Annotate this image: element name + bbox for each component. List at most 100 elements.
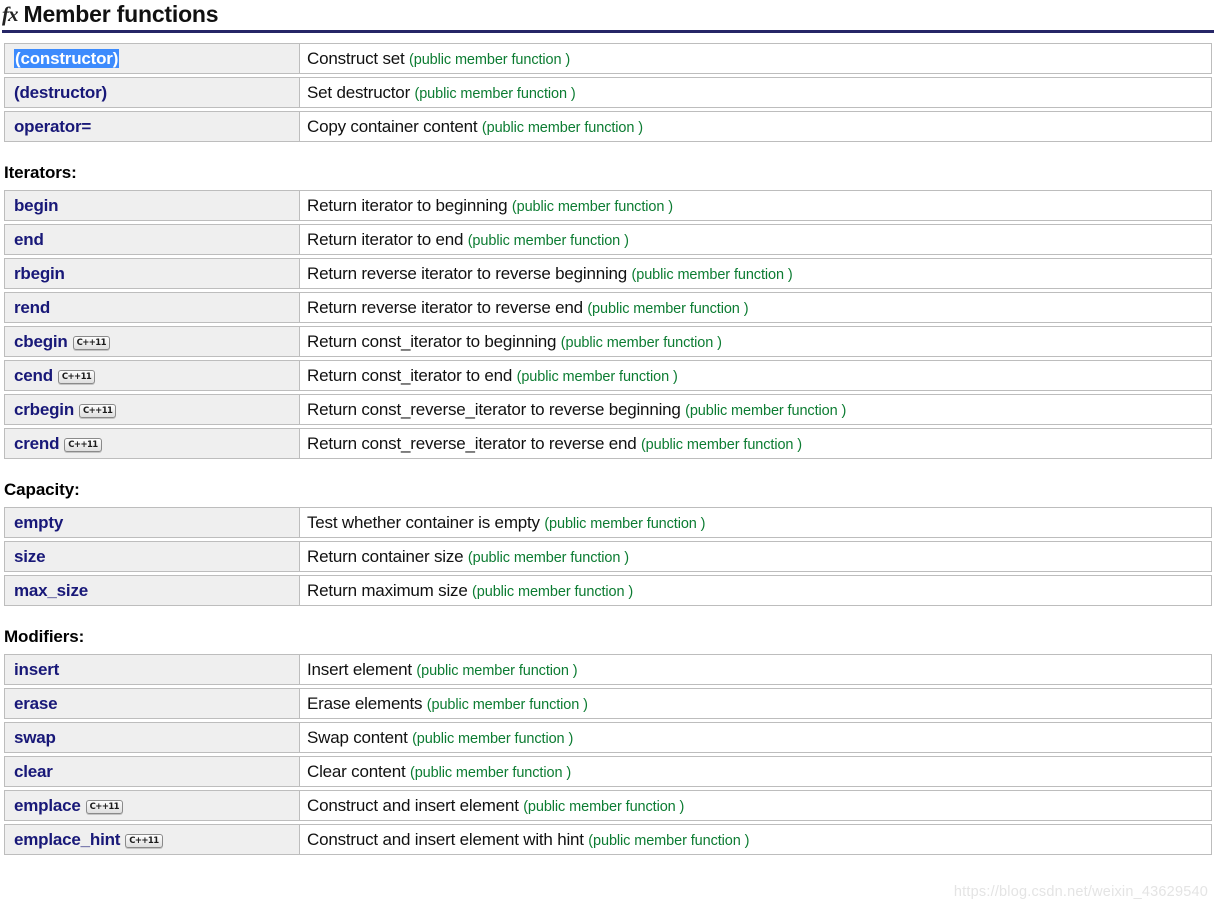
function-name-cell[interactable]: emplace C++11 [4,790,299,822]
member-kind-note: (public member function ) [523,798,685,815]
function-name-cell[interactable]: rbegin [4,258,299,290]
description-text: Test whether container is empty [307,512,540,532]
function-link[interactable]: size [14,547,46,566]
table-row: erase Erase elements (public member funct… [4,688,1212,720]
table-row: crbegin C++11 Return const_reverse_iterato… [4,394,1212,426]
function-link[interactable]: cend [14,366,53,385]
table-row: operator= Copy container content (public … [4,111,1212,143]
function-description-cell: Return const_iterator to end (public mem… [299,360,1212,392]
function-description-cell: Return iterator to beginning (public mem… [299,190,1212,222]
description-text: Insert element [307,659,412,679]
member-kind-note: (public member function ) [685,402,847,419]
function-link[interactable]: swap [14,728,56,747]
function-name-cell[interactable]: cbegin C++11 [4,326,299,358]
table-row: emplace_hint C++11 Construct and insert el… [4,824,1212,856]
function-name-cell[interactable]: swap [4,722,299,754]
member-kind-note: (public member function ) [511,198,673,215]
member-function-table: begin Return iterator to beginning (publi… [4,187,1212,462]
function-name-cell[interactable]: crend C++11 [4,428,299,460]
function-description-cell: Clear content (public member function ) [299,756,1212,788]
description-text: Construct and insert element with hint [307,829,584,849]
function-link[interactable]: (destructor) [14,83,107,102]
table-row: end Return iterator to end (public member… [4,224,1212,256]
description-text: Return container size [307,546,464,566]
description-text: Construct and insert element [307,795,519,815]
section-heading: Capacity: [4,480,80,500]
table-row: size Return container size (public member… [4,541,1212,573]
function-link[interactable]: (constructor) [14,48,120,68]
function-link[interactable]: operator= [14,117,91,136]
function-link[interactable]: empty [14,513,63,532]
description-text: Return reverse iterator to reverse end [307,297,583,317]
function-name-cell[interactable]: cend C++11 [4,360,299,392]
function-name-cell[interactable]: size [4,541,299,573]
function-name-cell[interactable]: emplace_hint C++11 [4,824,299,856]
function-description-cell: Return const_reverse_iterator to reverse… [299,428,1212,460]
function-name-cell[interactable]: crbegin C++11 [4,394,299,426]
cpp11-badge-icon: C++11 [72,335,110,350]
function-link[interactable]: rend [14,298,50,317]
function-link[interactable]: emplace_hint [14,830,120,849]
member-function-table: insert Insert element (public member func… [4,651,1212,858]
table-row: empty Test whether container is empty (pu… [4,507,1212,539]
function-name-cell[interactable]: (destructor) [4,77,299,109]
section-heading: Iterators: [4,163,77,183]
function-link[interactable]: crend [14,434,59,453]
function-description-cell: Return reverse iterator to reverse begin… [299,258,1212,290]
table-row: rend Return reverse iterator to reverse e… [4,292,1212,324]
function-description-cell: Return container size (public member fun… [299,541,1212,573]
function-link[interactable]: emplace [14,796,81,815]
function-name-cell[interactable]: clear [4,756,299,788]
cpp11-badge-icon: C++11 [79,403,117,418]
description-text: Set destructor [307,82,411,102]
function-description-cell: Return reverse iterator to reverse end (… [299,292,1212,324]
function-link[interactable]: erase [14,694,58,713]
description-text: Return const_iterator to end [307,365,513,385]
description-text: Return maximum size [307,580,468,600]
function-name-cell[interactable]: erase [4,688,299,720]
member-kind-note: (public member function ) [416,662,578,679]
function-link[interactable]: rbegin [14,264,65,283]
function-link[interactable]: end [14,230,44,249]
page-title: Member functions [23,1,219,27]
function-name-cell[interactable]: begin [4,190,299,222]
member-kind-note: (public member function ) [467,549,629,566]
cpp11-badge-icon: C++11 [85,799,123,814]
function-name-cell[interactable]: max_size [4,575,299,607]
description-text: Return const_reverse_iterator to reverse… [307,399,681,419]
function-name-cell[interactable]: empty [4,507,299,539]
function-description-cell: Swap content (public member function ) [299,722,1212,754]
member-kind-note: (public member function ) [544,515,706,532]
member-function-table: empty Test whether container is empty (pu… [4,504,1212,609]
table-row: cbegin C++11 Return const_iterator to begi… [4,326,1212,358]
member-kind-note: (public member function ) [409,764,572,781]
section-heading: Modifiers: [4,627,85,647]
table-row: (constructor) Construct set (public membe… [4,43,1212,75]
function-name-cell[interactable]: end [4,224,299,256]
table-row: swap Swap content (public member function… [4,722,1212,754]
function-name-cell[interactable]: insert [4,654,299,686]
member-kind-note: (public member function ) [560,334,722,351]
function-name-cell[interactable]: rend [4,292,299,324]
function-description-cell: Construct and insert element with hint (… [299,824,1212,856]
function-description-cell: Return maximum size (public member funct… [299,575,1212,607]
function-description-cell: Construct and insert element (public mem… [299,790,1212,822]
function-link[interactable]: cbegin [14,332,68,351]
function-name-cell[interactable]: (constructor) [4,43,299,75]
function-description-cell: Set destructor (public member function ) [299,77,1212,109]
description-text: Return iterator to beginning [307,195,508,215]
function-name-cell[interactable]: operator= [4,111,299,143]
sections-container: (constructor) Construct set (public membe… [0,40,1218,858]
function-link[interactable]: insert [14,660,59,679]
function-link[interactable]: crbegin [14,400,74,419]
member-kind-note: (public member function ) [588,832,750,849]
member-kind-note: (public member function ) [481,119,643,136]
watermark: https://blog.csdn.net/weixin_43629540 [953,884,1208,900]
table-row: begin Return iterator to beginning (publi… [4,190,1212,222]
table-row: rbegin Return reverse iterator to reverse… [4,258,1212,290]
function-link[interactable]: begin [14,196,59,215]
title-divider [2,30,1214,34]
table-row: emplace C++11 Construct and insert element… [4,790,1212,822]
function-link[interactable]: max_size [14,581,88,600]
function-link[interactable]: clear [14,762,53,781]
